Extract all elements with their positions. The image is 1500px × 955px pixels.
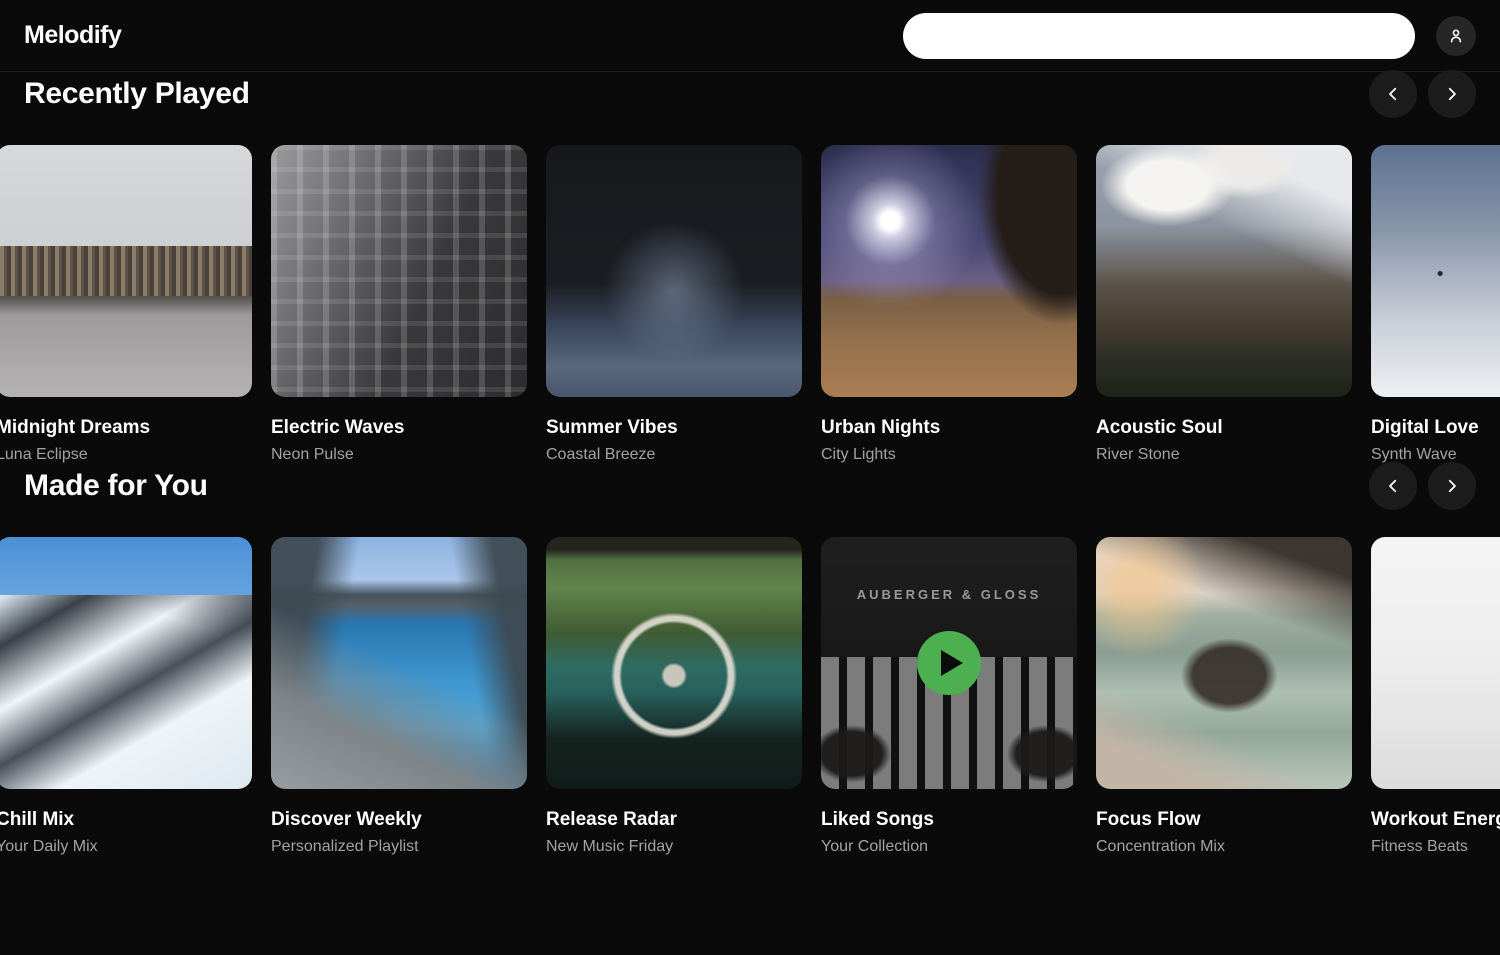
playlist-title: Chill Mix xyxy=(0,809,252,831)
playlist-cover-photo xyxy=(821,145,1077,397)
search-input[interactable] xyxy=(903,13,1415,59)
playlist-title: Focus Flow xyxy=(1096,809,1352,831)
user-icon xyxy=(1446,26,1466,46)
playlist-cover-photo xyxy=(0,537,252,789)
playlist-cover-photo xyxy=(1371,537,1500,789)
chevron-right-icon xyxy=(1443,85,1461,103)
playlist-title: Summer Vibes xyxy=(546,417,802,439)
carousel-prev-button[interactable] xyxy=(1369,462,1417,510)
playlist-cover-photo xyxy=(1096,145,1352,397)
playlist-cover-photo xyxy=(271,537,527,789)
playlist-title: Discover Weekly xyxy=(271,809,527,831)
playlist-card[interactable]: AUBERGER & GLOSS Liked Songs Your Collec… xyxy=(821,537,1077,856)
chevron-left-icon xyxy=(1384,477,1402,495)
playlist-title: Electric Waves xyxy=(271,417,527,439)
playlist-card[interactable]: Summer Vibes Coastal Breeze xyxy=(546,145,802,464)
playlist-subtitle: River Stone xyxy=(1096,446,1352,464)
carousel-track: Midnight Dreams Luna Eclipse Electric Wa… xyxy=(0,145,1500,464)
playlist-title: Acoustic Soul xyxy=(1096,417,1352,439)
playlist-card[interactable]: Chill Mix Your Daily Mix xyxy=(0,537,252,856)
playlist-subtitle: Coastal Breeze xyxy=(546,446,802,464)
playlist-subtitle: Fitness Beats xyxy=(1371,838,1500,856)
playlist-cover-photo xyxy=(1371,145,1500,397)
app-logo: Melodify xyxy=(24,21,121,50)
playlist-card[interactable]: Discover Weekly Personalized Playlist xyxy=(271,537,527,856)
playlist-card[interactable]: Focus Flow Concentration Mix xyxy=(1096,537,1352,856)
playlist-title: Liked Songs xyxy=(821,809,1077,831)
playlist-cover-photo xyxy=(546,537,802,789)
carousel-section: Made for You xyxy=(0,464,1500,856)
playlist-subtitle: Luna Eclipse xyxy=(0,446,252,464)
playlist-cover-photo: AUBERGER & GLOSS xyxy=(821,537,1077,789)
playlist-card[interactable]: Digital Love Synth Wave xyxy=(1371,145,1500,464)
playlist-title: Digital Love xyxy=(1371,417,1500,439)
user-profile-button[interactable] xyxy=(1436,16,1476,56)
playlist-card[interactable]: Acoustic Soul River Stone xyxy=(1096,145,1352,464)
playlist-title: Urban Nights xyxy=(821,417,1077,439)
carousel-track: Chill Mix Your Daily Mix Discover Weekly… xyxy=(0,537,1500,856)
playlist-subtitle: Your Collection xyxy=(821,838,1077,856)
section-title: Made for You xyxy=(24,469,208,503)
playlist-card[interactable]: Release Radar New Music Friday xyxy=(546,537,802,856)
carousel-next-button[interactable] xyxy=(1428,462,1476,510)
main-content: Recently Played xyxy=(0,72,1500,856)
cover-photo-text: AUBERGER & GLOSS xyxy=(821,587,1077,602)
playlist-subtitle: Concentration Mix xyxy=(1096,838,1352,856)
app-header: Melodify xyxy=(0,0,1500,72)
playlist-card[interactable]: Urban Nights City Lights xyxy=(821,145,1077,464)
playlist-title: Workout Energy xyxy=(1371,809,1500,831)
playlist-cover-photo xyxy=(0,145,252,397)
playlist-title: Midnight Dreams xyxy=(0,417,252,439)
playlist-card[interactable]: Electric Waves Neon Pulse xyxy=(271,145,527,464)
playlist-title: Release Radar xyxy=(546,809,802,831)
carousel-section: Recently Played xyxy=(0,72,1500,464)
playlist-subtitle: City Lights xyxy=(821,446,1077,464)
playlist-cover-photo xyxy=(546,145,802,397)
play-button[interactable] xyxy=(917,631,981,695)
playlist-subtitle: Personalized Playlist xyxy=(271,838,527,856)
section-title: Recently Played xyxy=(24,77,250,111)
playlist-card[interactable]: Midnight Dreams Luna Eclipse xyxy=(0,145,252,464)
carousel-next-button[interactable] xyxy=(1428,70,1476,118)
chevron-left-icon xyxy=(1384,85,1402,103)
carousel-prev-button[interactable] xyxy=(1369,70,1417,118)
playlist-subtitle: Neon Pulse xyxy=(271,446,527,464)
playlist-cover-photo xyxy=(1096,537,1352,789)
playlist-card[interactable]: Workout Energy Fitness Beats xyxy=(1371,537,1500,856)
playlist-subtitle: New Music Friday xyxy=(546,838,802,856)
playlist-subtitle: Your Daily Mix xyxy=(0,838,252,856)
playlist-cover-photo xyxy=(271,145,527,397)
play-icon xyxy=(941,650,963,676)
chevron-right-icon xyxy=(1443,477,1461,495)
